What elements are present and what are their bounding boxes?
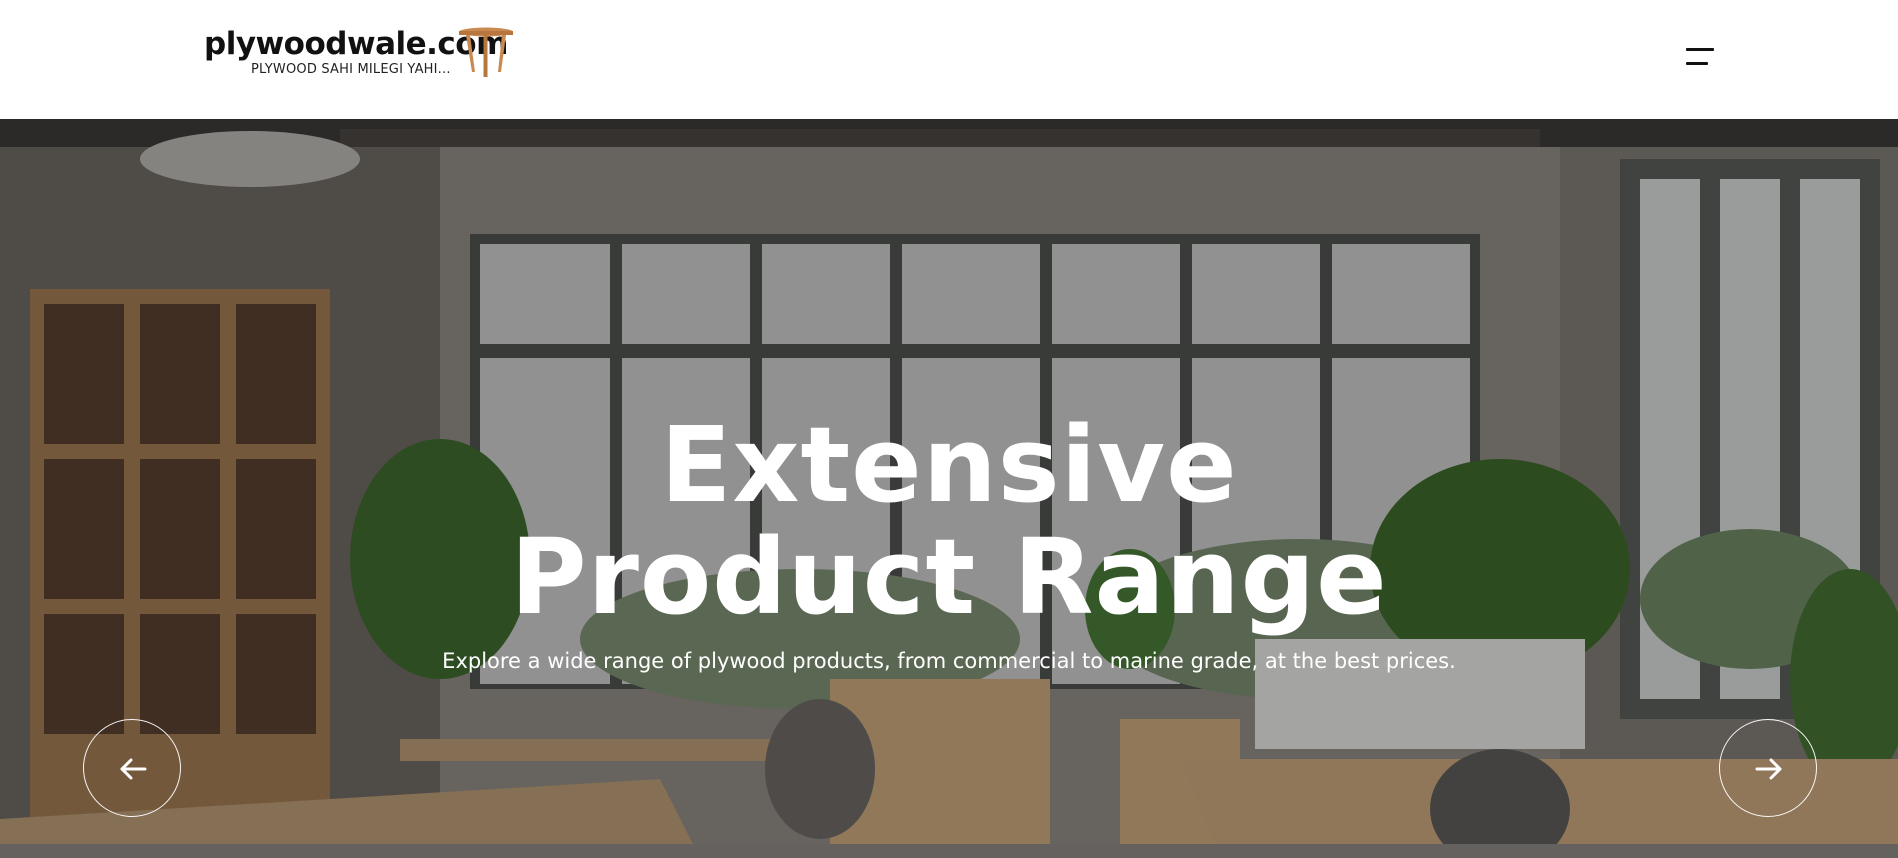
logo-tagline: PLYWOOD SAHI MILEGI YAHI... (251, 62, 451, 77)
hero-subtitle: Explore a wide range of plywood products… (442, 649, 1456, 673)
hero-slider: Extensive Product Range Explore a wide r… (0, 119, 1898, 858)
slider-prev-button[interactable] (83, 719, 181, 817)
hamburger-menu-icon-bar (1686, 62, 1708, 65)
site-logo[interactable]: plywoodwale.com PLYWOOD SAHI MILEGI YAHI… (204, 26, 524, 82)
menu-button[interactable] (1680, 42, 1718, 72)
arrow-right-icon (1755, 758, 1782, 780)
arrow-left-icon (120, 758, 147, 780)
hero-title: Extensive Product Range (510, 404, 1388, 638)
site-header: plywoodwale.com PLYWOOD SAHI MILEGI YAHI… (0, 0, 1898, 119)
hamburger-menu-icon (1686, 48, 1714, 51)
slider-next-button[interactable] (1719, 719, 1817, 817)
table-icon (459, 27, 513, 77)
